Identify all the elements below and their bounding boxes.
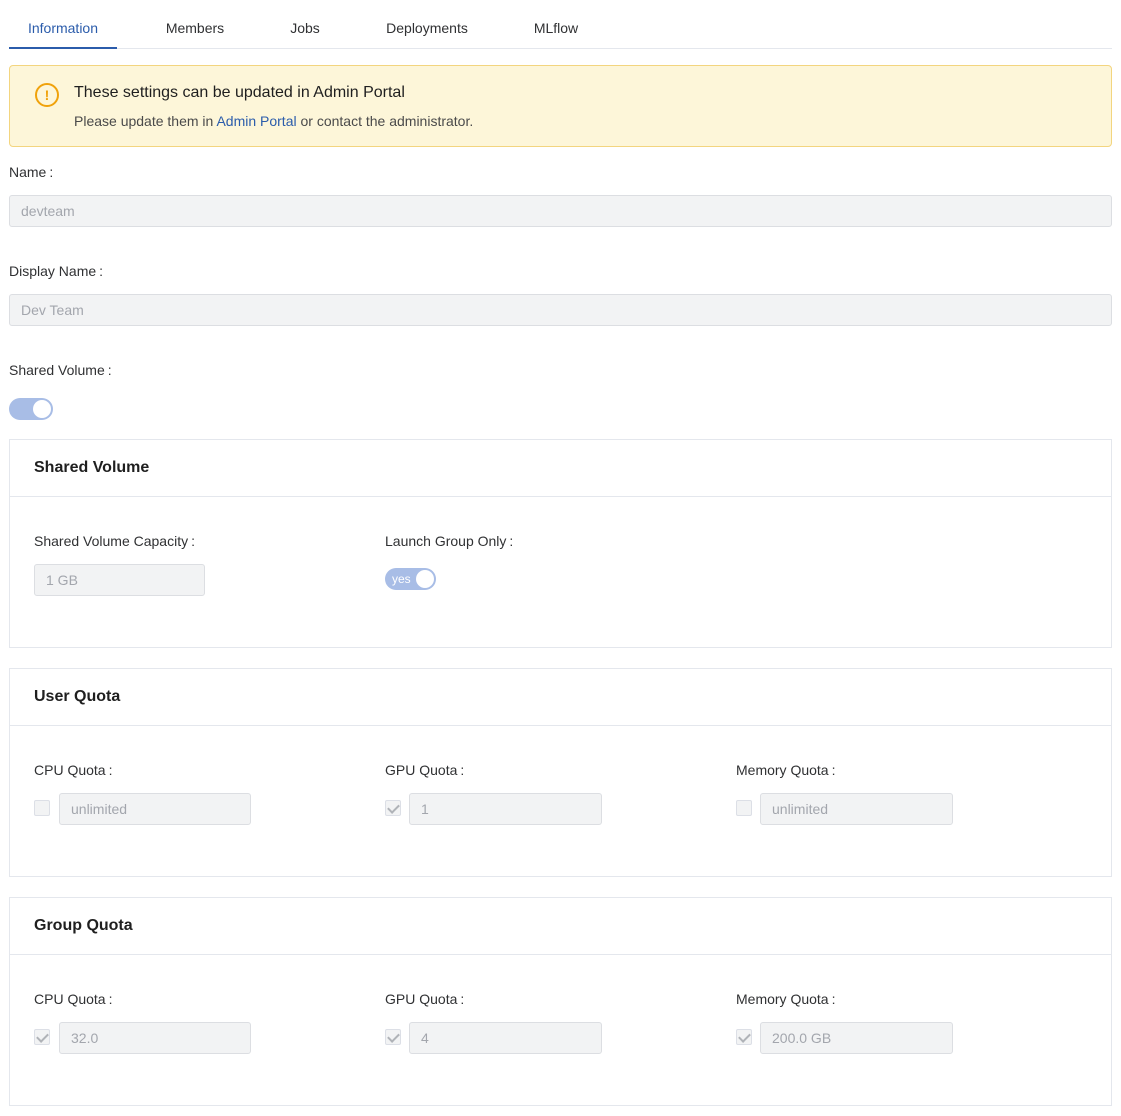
user-quota-card: User Quota CPU Quota: unlimited GPU Quot… — [9, 668, 1112, 877]
group-cpu-quota-label: CPU Quota: — [34, 991, 113, 1007]
card-header: Shared Volume — [10, 440, 1111, 497]
toggle-knob — [416, 570, 434, 588]
user-memory-quota-checkbox[interactable] — [736, 800, 752, 816]
user-cpu-quota-label: CPU Quota: — [34, 762, 113, 778]
group-gpu-quota-label: GPU Quota: — [385, 991, 465, 1007]
launch-group-only-label: Launch Group Only: — [385, 533, 514, 549]
group-cpu-quota-input[interactable]: 32.0 — [59, 1022, 251, 1054]
alert-desc-after: or contact the administrator. — [300, 113, 474, 129]
tab-bar: Information Members Jobs Deployments MLf… — [9, 0, 1112, 49]
card-header: Group Quota — [10, 898, 1111, 955]
settings-alert: ! These settings can be updated in Admin… — [9, 65, 1112, 147]
alert-description: Please update them in Admin Portal or co… — [74, 113, 473, 129]
exclamation-circle-icon: ! — [35, 83, 59, 107]
group-memory-quota-label: Memory Quota: — [736, 991, 836, 1007]
shared-volume-capacity-input[interactable]: 1 GB — [34, 564, 205, 596]
user-memory-quota-label: Memory Quota: — [736, 762, 836, 778]
display-name-label: Display Name: — [9, 263, 104, 279]
tab-jobs[interactable]: Jobs — [275, 0, 335, 49]
tab-deployments[interactable]: Deployments — [370, 0, 484, 49]
user-gpu-quota-label: GPU Quota: — [385, 762, 465, 778]
admin-portal-link[interactable]: Admin Portal — [216, 113, 296, 129]
toggle-text: yes — [392, 572, 411, 586]
group-cpu-quota-checkbox[interactable] — [34, 1029, 50, 1045]
card-title: User Quota — [34, 688, 121, 705]
user-gpu-quota-input[interactable]: 1 — [409, 793, 602, 825]
active-tab-indicator — [9, 47, 117, 49]
name-label: Name: — [9, 164, 54, 180]
shared-volume-toggle[interactable] — [9, 398, 53, 420]
user-memory-quota-input[interactable]: unlimited — [760, 793, 953, 825]
card-header: User Quota — [10, 669, 1111, 726]
launch-group-only-toggle[interactable]: yes — [385, 568, 436, 590]
shared-volume-label: Shared Volume: — [9, 362, 112, 378]
tab-members[interactable]: Members — [149, 0, 241, 49]
alert-desc-before: Please update them in — [74, 113, 214, 129]
group-gpu-quota-input[interactable]: 4 — [409, 1022, 602, 1054]
card-title: Group Quota — [34, 917, 133, 934]
user-gpu-quota-checkbox[interactable] — [385, 800, 401, 816]
shared-volume-capacity-label: Shared Volume Capacity: — [34, 533, 195, 549]
toggle-knob — [33, 400, 51, 418]
card-title: Shared Volume — [34, 459, 150, 476]
shared-volume-card: Shared Volume Shared Volume Capacity: 1 … — [9, 439, 1112, 648]
group-memory-quota-checkbox[interactable] — [736, 1029, 752, 1045]
user-cpu-quota-input[interactable]: unlimited — [59, 793, 251, 825]
display-name-input[interactable]: Dev Team — [9, 294, 1112, 326]
user-cpu-quota-checkbox[interactable] — [34, 800, 50, 816]
group-memory-quota-input[interactable]: 200.0 GB — [760, 1022, 953, 1054]
alert-title: These settings can be updated in Admin P… — [74, 84, 405, 101]
tab-information[interactable]: Information — [9, 0, 117, 49]
group-gpu-quota-checkbox[interactable] — [385, 1029, 401, 1045]
group-quota-card: Group Quota CPU Quota: 32.0 GPU Quota: 4… — [9, 897, 1112, 1106]
tab-mlflow[interactable]: MLflow — [518, 0, 594, 49]
name-input[interactable]: devteam — [9, 195, 1112, 227]
